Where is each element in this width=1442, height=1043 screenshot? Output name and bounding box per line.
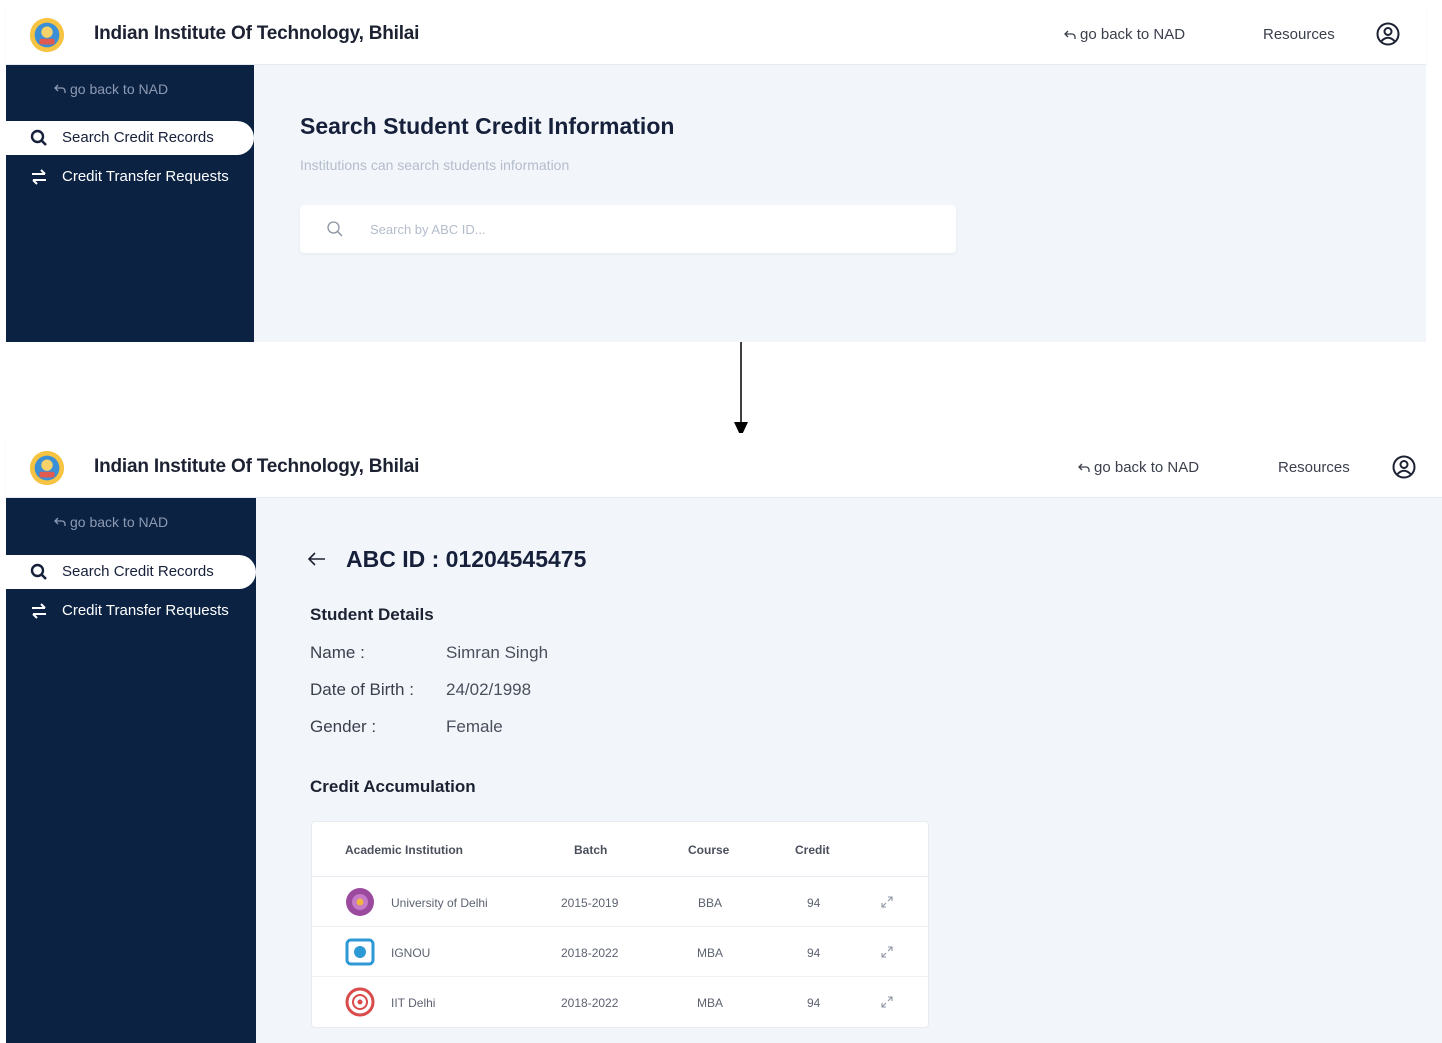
ignou-logo-icon [345, 938, 375, 966]
sidebar-go-back-link[interactable]: go back to NAD [54, 81, 168, 97]
user-account-icon[interactable] [1392, 455, 1416, 479]
column-header: Batch [574, 843, 608, 857]
sidebar: go back to NAD Search Credit Records Cre… [6, 65, 254, 342]
batch-cell: 2018-2022 [561, 996, 619, 1010]
expand-icon[interactable] [880, 895, 894, 909]
search-icon [30, 129, 47, 146]
abc-id-title: ABC ID : 01204545475 [346, 546, 587, 572]
batch-cell: 2015-2019 [561, 896, 619, 910]
sidebar: go back to NAD Search Credit Records Cre… [6, 498, 256, 1043]
page-title: Search Student Credit Information [300, 113, 675, 139]
column-header: Academic Institution [345, 843, 464, 857]
expand-icon[interactable] [880, 995, 894, 1009]
institution-name: Indian Institute Of Technology, Bhilai [94, 23, 420, 44]
go-back-to-nad-link[interactable]: go back to NAD [1064, 26, 1185, 43]
go-back-to-nad-link[interactable]: go back to NAD [1078, 459, 1199, 476]
table-row[interactable]: IIT Delhi 2018-2022 MBA 94 [312, 977, 928, 1027]
detail-value: Simran Singh [446, 643, 549, 662]
sidebar-item-search-credit-records[interactable]: Search Credit Records [6, 555, 256, 589]
back-arrow-icon [54, 84, 66, 93]
institution-cell: University of Delhi [391, 896, 488, 910]
university-of-delhi-logo-icon [346, 888, 374, 916]
institution-logo-icon [29, 450, 65, 486]
resources-link[interactable]: Resources [1263, 26, 1335, 43]
column-header: Course [688, 843, 730, 857]
search-icon [327, 221, 343, 237]
institution-name: Indian Institute Of Technology, Bhilai [94, 456, 420, 477]
batch-cell: 2018-2022 [561, 946, 619, 960]
top-bar: Indian Institute Of Technology, Bhilai g… [6, 433, 1442, 498]
page-subtitle: Institutions can search students informa… [300, 157, 570, 173]
search-icon [30, 563, 47, 580]
credit-cell: 94 [807, 896, 821, 910]
sidebar-go-back-link[interactable]: go back to NAD [54, 514, 168, 530]
detail-value: 24/02/1998 [446, 680, 532, 699]
course-cell: MBA [697, 996, 724, 1010]
student-details-screen: Indian Institute Of Technology, Bhilai g… [6, 433, 1442, 1043]
course-cell: MBA [697, 946, 724, 960]
detail-label: Name : [310, 643, 365, 662]
back-arrow-icon [1064, 30, 1076, 39]
student-details-heading: Student Details [310, 605, 434, 624]
sidebar-item-credit-transfer-requests[interactable]: Credit Transfer Requests [6, 594, 256, 628]
sidebar-item-credit-transfer-requests[interactable]: Credit Transfer Requests [6, 160, 254, 194]
abc-id-search-box[interactable] [300, 205, 956, 253]
credit-table: Academic Institution Batch Course Credit… [311, 821, 929, 1028]
resources-link[interactable]: Resources [1278, 459, 1350, 476]
table-row[interactable]: IGNOU 2018-2022 MBA 94 [312, 927, 928, 977]
abc-id-search-input[interactable] [370, 218, 930, 240]
flow-arrow-icon [734, 342, 748, 437]
expand-icon[interactable] [880, 945, 894, 959]
transfer-icon [32, 169, 46, 185]
table-row[interactable]: University of Delhi 2015-2019 BBA 94 [312, 877, 928, 927]
sidebar-item-search-credit-records[interactable]: Search Credit Records [6, 121, 254, 155]
transfer-icon [32, 603, 46, 619]
credit-cell: 94 [807, 996, 821, 1010]
column-header: Credit [795, 843, 830, 857]
search-screen: Indian Institute Of Technology, Bhilai g… [6, 0, 1426, 342]
table-header: Academic Institution Batch Course Credit [312, 822, 928, 877]
back-arrow-icon [1078, 463, 1090, 472]
detail-label: Date of Birth : [310, 680, 414, 699]
top-bar: Indian Institute Of Technology, Bhilai g… [6, 0, 1426, 65]
institution-logo-icon [29, 17, 65, 53]
detail-label: Gender : [310, 717, 377, 736]
detail-value: Female [446, 717, 503, 736]
back-arrow-icon[interactable] [306, 550, 328, 568]
institution-cell: IGNOU [391, 946, 431, 960]
institution-cell: IIT Delhi [391, 996, 436, 1010]
credit-cell: 94 [807, 946, 821, 960]
credit-accumulation-heading: Credit Accumulation [310, 777, 476, 796]
iit-delhi-logo-icon [345, 987, 375, 1017]
course-cell: BBA [698, 896, 723, 910]
main-content: ABC ID : 01204545475 Student Details Nam… [256, 498, 1442, 1043]
main-content: Search Student Credit Information Instit… [254, 65, 1426, 342]
back-arrow-icon [54, 517, 66, 526]
user-account-icon[interactable] [1376, 22, 1400, 46]
